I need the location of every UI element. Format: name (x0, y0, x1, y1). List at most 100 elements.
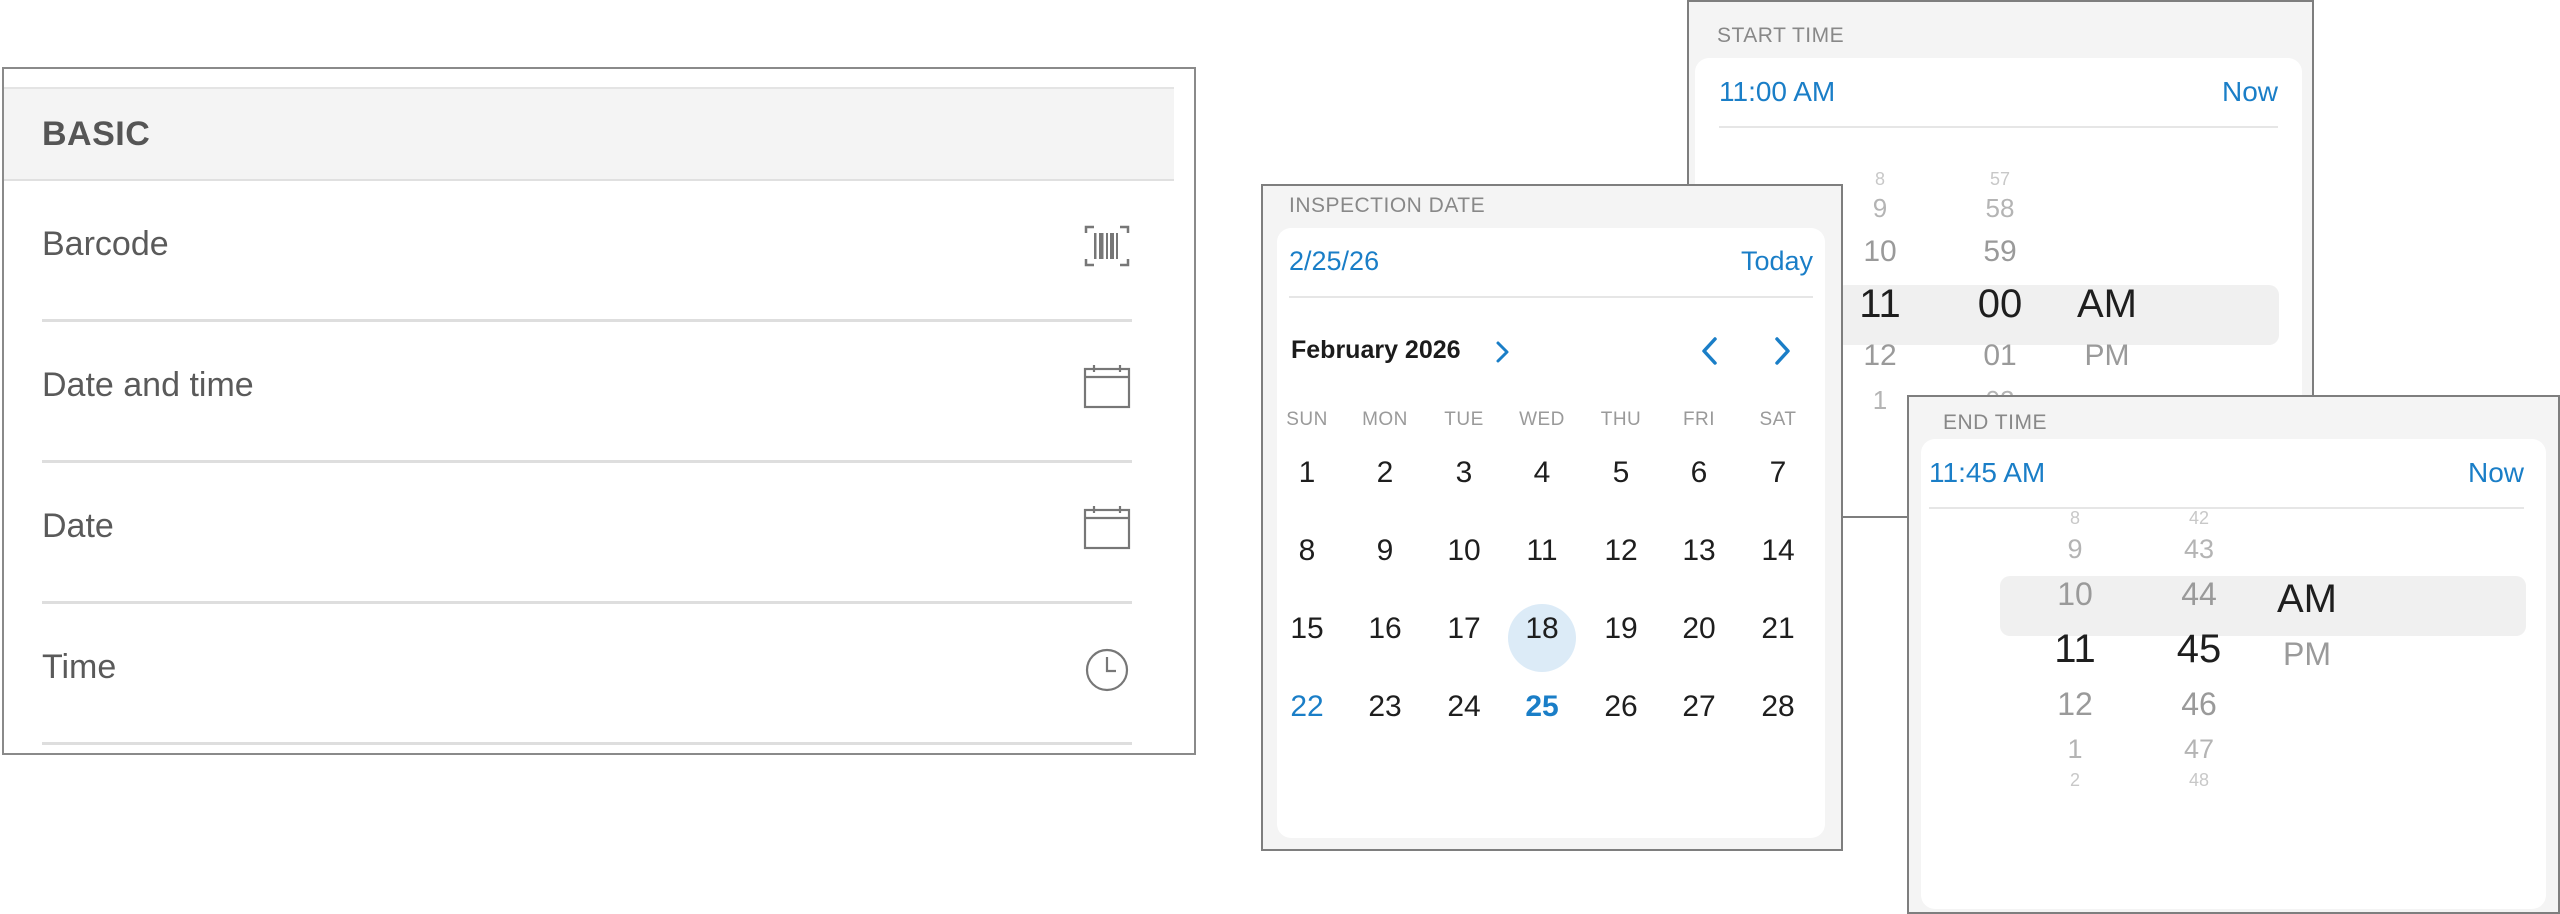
start-time-value-row: 11:00 AM Now (1719, 58, 2278, 128)
wheel-option-selected[interactable]: 00 (1950, 276, 2050, 332)
next-month-button[interactable] (1770, 334, 1794, 368)
calendar-day[interactable]: 5 (1591, 456, 1651, 490)
wheel-option[interactable]: 59 (1950, 228, 2050, 276)
calendar-day[interactable]: 10 (1434, 534, 1494, 568)
calendar-icon[interactable] (1082, 503, 1132, 553)
wheel-option[interactable]: 2 (2025, 769, 2125, 791)
wheel-option[interactable]: PM (2057, 332, 2157, 380)
weekday-label: TUE (1444, 409, 1484, 430)
calendar-day[interactable]: 8 (1277, 534, 1337, 568)
field-label: Date (42, 507, 114, 545)
month-label[interactable]: February 2026 (1291, 336, 1461, 365)
form-panel: BASIC Barcode Date and time Date Time (2, 67, 1196, 755)
period-wheel[interactable]: AM PM (2257, 569, 2357, 679)
wheel-option[interactable]: 1 (2025, 729, 2125, 769)
calendar-day[interactable]: 6 (1669, 456, 1729, 490)
minute-wheel[interactable]: 42 43 44 45 46 47 48 (2149, 449, 2249, 791)
start-time-value[interactable]: 11:00 AM (1719, 76, 1835, 108)
panel-caption: START TIME (1717, 24, 1845, 47)
period-wheel[interactable]: AM PM (2057, 276, 2157, 380)
wheel-option-selected[interactable]: 45 (2149, 619, 2249, 679)
clock-icon[interactable] (1082, 644, 1132, 694)
calendar-day[interactable]: 20 (1669, 612, 1729, 646)
calendar-day[interactable]: 18 (1512, 612, 1572, 646)
barcode-icon[interactable] (1082, 221, 1132, 271)
section-title: BASIC (42, 115, 151, 153)
wheel-option[interactable]: 43 (2149, 529, 2249, 569)
weekday-label: SUN (1286, 409, 1328, 430)
calendar-day[interactable]: 21 (1748, 612, 1808, 646)
calendar-day[interactable]: 19 (1591, 612, 1651, 646)
weekday-label: SAT (1759, 409, 1797, 430)
wheel-option[interactable]: 42 (2149, 507, 2249, 529)
end-time-card: 11:45 AM Now 8 9 10 11 12 1 2 42 43 44 4… (1921, 439, 2546, 909)
wheel-option[interactable]: 8 (2025, 507, 2125, 529)
field-date[interactable]: Date (42, 463, 1132, 604)
calendar-day[interactable]: 4 (1512, 456, 1572, 490)
now-button[interactable]: Now (2222, 76, 2278, 108)
wheel-option-selected[interactable]: 11 (2025, 619, 2125, 679)
calendar-day[interactable]: 14 (1748, 534, 1808, 568)
field-date-and-time[interactable]: Date and time (42, 322, 1132, 463)
wheel-option[interactable]: 10 (2025, 569, 2125, 619)
calendar-day-today[interactable]: 22 (1277, 690, 1337, 724)
wheel-option[interactable]: 12 (2025, 679, 2125, 729)
wheel-option-selected[interactable]: AM (2257, 569, 2357, 629)
wheel-option[interactable]: 47 (2149, 729, 2249, 769)
wheel-option[interactable]: 57 (1950, 170, 2050, 188)
field-label: Barcode (42, 225, 169, 263)
calendar-day[interactable]: 12 (1591, 534, 1651, 568)
field-label: Time (42, 648, 117, 686)
date-value[interactable]: 2/25/26 (1289, 246, 1379, 277)
calendar-day[interactable]: 9 (1355, 534, 1415, 568)
wheel-option[interactable]: 10 (1830, 228, 1930, 276)
panel-caption: END TIME (1943, 411, 2047, 434)
field-barcode[interactable]: Barcode (42, 181, 1132, 322)
calendar-day[interactable]: 27 (1669, 690, 1729, 724)
calendar-day[interactable]: 17 (1434, 612, 1494, 646)
weekday-label: FRI (1682, 409, 1716, 430)
calendar-day[interactable]: 15 (1277, 612, 1337, 646)
wheel-option[interactable]: 46 (2149, 679, 2249, 729)
date-value-row: 2/25/26 Today (1289, 228, 1813, 298)
wheel-option[interactable]: 58 (1950, 188, 2050, 228)
calendar-day-selected[interactable]: 25 (1512, 690, 1572, 724)
calendar-icon[interactable] (1082, 362, 1132, 412)
calendar-day[interactable]: 2 (1355, 456, 1415, 490)
now-button[interactable]: Now (2468, 457, 2524, 489)
field-label: Date and time (42, 366, 254, 404)
wheel-option-selected[interactable]: 11 (1830, 276, 1930, 332)
calendar-day[interactable]: 1 (1277, 456, 1337, 490)
wheel-option[interactable]: 48 (2149, 769, 2249, 791)
calendar-day[interactable]: 11 (1512, 534, 1572, 568)
weekday-label: WED (1519, 409, 1565, 430)
calendar-day[interactable]: 3 (1434, 456, 1494, 490)
hour-wheel[interactable]: 8 9 10 11 12 1 2 (2025, 449, 2125, 791)
section-header: BASIC (4, 89, 1174, 181)
calendar-card: 2/25/26 Today February 2026 SUN MON TUE … (1277, 228, 1825, 838)
wheel-option[interactable]: 12 (1830, 332, 1930, 380)
chevron-right-icon[interactable] (1493, 338, 1513, 366)
calendar-day[interactable]: 23 (1355, 690, 1415, 724)
calendar-day[interactable]: 13 (1669, 534, 1729, 568)
panel-caption: INSPECTION DATE (1289, 194, 1486, 217)
field-time[interactable]: Time (42, 604, 1132, 745)
wheel-option-selected[interactable]: AM (2057, 276, 2157, 332)
calendar-day[interactable]: 7 (1748, 456, 1808, 490)
wheel-option[interactable]: 9 (2025, 529, 2125, 569)
wheel-option[interactable]: 44 (2149, 569, 2249, 619)
wheel-option[interactable]: 01 (1950, 332, 2050, 380)
calendar-day[interactable]: 24 (1434, 690, 1494, 724)
calendar-day[interactable]: 16 (1355, 612, 1415, 646)
calendar-day[interactable]: 26 (1591, 690, 1651, 724)
wheel-option[interactable]: 8 (1830, 170, 1930, 188)
wheel-option[interactable]: 9 (1830, 188, 1930, 228)
today-button[interactable]: Today (1741, 246, 1813, 277)
weekday-label: THU (1600, 409, 1642, 430)
previous-month-button[interactable] (1698, 334, 1722, 368)
end-time-picker: END TIME 11:45 AM Now 8 9 10 11 12 1 2 4… (1907, 395, 2560, 914)
hour-wheel[interactable]: 8 9 10 11 12 1 (1830, 170, 1930, 420)
minute-wheel[interactable]: 57 58 59 00 01 02 (1950, 170, 2050, 420)
wheel-option[interactable]: PM (2257, 629, 2357, 679)
calendar-day[interactable]: 28 (1748, 690, 1808, 724)
